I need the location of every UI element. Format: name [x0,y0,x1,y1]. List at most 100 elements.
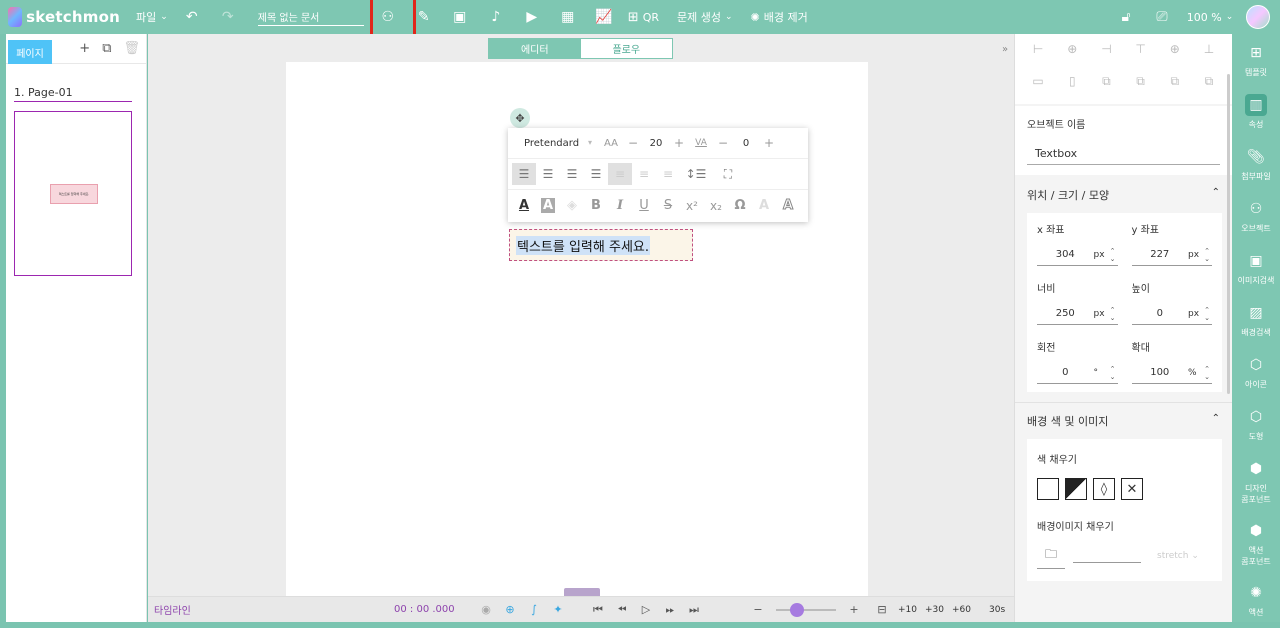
font-family-select[interactable]: Pretendard ▾ [512,138,600,149]
sidebar-item-image-search[interactable]: ▣ 이미지검색 [1232,242,1280,294]
sidebar-item-objects[interactable]: ⚇ 오브젝트 [1232,190,1280,242]
slider-knob[interactable] [790,602,804,617]
width-stepper-icon[interactable]: ⌃ ⌄ [1108,306,1118,322]
page-thumbnail[interactable]: 텍스트를 입력해 주세요. [14,111,132,276]
problem-generate-menu[interactable]: 문제 생성 ⌄ [677,9,733,25]
align-right-edge-icon[interactable]: ⊣ [1089,42,1123,64]
record-icon[interactable]: ◉ [474,603,498,616]
bring-forward-icon[interactable]: ⧉ [1158,74,1192,97]
line-height-icon[interactable]: ↕☰ [680,163,712,185]
y-stepper-icon[interactable]: ⌃ ⌄ [1202,247,1212,263]
timeline-zoom-slider[interactable] [776,602,836,617]
valign-top-icon[interactable]: ≡ [608,163,632,185]
height-stepper-icon[interactable]: ⌃ ⌄ [1202,306,1212,322]
sidebar-item-template[interactable]: ⊞ 템플릿 [1232,34,1280,86]
align-left-edge-icon[interactable]: ⊢ [1021,42,1055,64]
underline-icon[interactable]: U [632,198,656,213]
bgimage-path-input[interactable] [1073,549,1142,563]
qr-button[interactable]: ⊞ QR [628,10,659,25]
y-input[interactable]: 227 [1132,249,1189,260]
align-left-icon[interactable]: ☰ [512,163,536,185]
present-icon[interactable]: ⎚ [1144,0,1180,34]
selected-textbox[interactable]: 텍스트를 입력해 주세요. [509,229,693,261]
special-character-icon[interactable]: Ω [728,198,752,213]
canvas-scroll-handle[interactable] [564,588,600,596]
background-section-header[interactable]: 배경 색 및 이미지 ⌃ [1015,403,1232,439]
bold-icon[interactable]: B [584,198,608,213]
valign-bottom-icon[interactable]: ≡ [656,163,680,185]
rotation-stepper-icon[interactable]: ⌃ ⌄ [1108,365,1118,381]
curve-icon[interactable]: ∫ [522,603,546,616]
textbox-text[interactable]: 텍스트를 입력해 주세요. [516,236,650,255]
text-outline-icon[interactable]: A [776,198,800,214]
table-icon[interactable]: ▦ [550,0,586,34]
audio-icon[interactable]: ♪ [478,0,514,34]
width-input[interactable]: 250 [1037,308,1094,319]
app-logo[interactable]: sketchmon [8,7,120,27]
add-page-icon[interactable]: + [79,41,90,56]
strikethrough-icon[interactable]: S [656,198,680,213]
sidebar-item-action[interactable]: ✺ 액션 [1232,574,1280,626]
font-size-value[interactable]: 20 [644,138,668,149]
lock-icon[interactable]: 🔓︎ [1108,0,1144,34]
zoom-out-icon[interactable]: − [746,603,770,616]
zoom-in-icon[interactable]: + [842,603,866,616]
letter-spacing-decrease-button[interactable]: − [712,136,734,150]
x-stepper-icon[interactable]: ⌃ ⌄ [1108,247,1118,263]
properties-scrollbar[interactable] [1227,74,1230,394]
align-center-icon[interactable]: ☰ [536,163,560,185]
sidebar-item-design-components[interactable]: ⬢ 디자인 콤포넌트 [1232,450,1280,512]
text-shadow-icon[interactable]: A [752,198,776,213]
tab-flow[interactable]: 플로우 [580,39,672,58]
zoom-select[interactable]: 100 % ⌄ [1180,11,1240,24]
align-h-center-icon[interactable]: ⊕ [1055,42,1089,64]
rotation-input[interactable]: 0 [1037,367,1094,378]
scale-input[interactable]: 100 [1132,367,1189,378]
play-icon[interactable]: ▷ [634,603,658,616]
duration-button[interactable]: 30s [989,605,1005,615]
send-backward-icon[interactable]: ⧉ [1192,74,1226,97]
letter-spacing-value[interactable]: 0 [734,138,758,149]
tab-editor[interactable]: 에디터 [489,39,581,58]
folder-icon[interactable]: 🗀 [1037,543,1066,569]
align-v-center-icon[interactable]: ⊕ [1158,42,1192,64]
sidebar-item-shapes[interactable]: ⬡ 도형 [1232,398,1280,450]
chart-icon[interactable]: 📈 [586,0,622,34]
font-color-icon[interactable]: A [512,198,536,213]
fill-clear-icon[interactable]: ✕ [1121,478,1143,500]
geometry-section-header[interactable]: 위치 / 크기 / 모양 ⌃ [1015,177,1232,213]
fill-drop-icon[interactable]: ◊ [1093,478,1115,500]
fill-bucket-icon[interactable]: ◈ [560,198,584,213]
stretch-select[interactable]: stretch ⌄ [1157,551,1199,561]
align-right-icon[interactable]: ☰ [560,163,584,185]
font-size-decrease-button[interactable]: − [622,136,644,150]
align-bottom-edge-icon[interactable]: ⊥ [1192,42,1226,64]
fast-forward-icon[interactable]: ⏩︎ [658,603,682,617]
sidebar-item-properties[interactable]: ▥ 속성 [1232,86,1280,138]
file-menu[interactable]: 파일 ⌄ [136,9,168,25]
font-size-increase-button[interactable]: + [668,136,690,150]
skip-start-icon[interactable]: ⏮︎ [586,603,610,617]
subscript-icon[interactable]: x₂ [704,199,728,213]
redo-icon[interactable]: ↷ [210,0,246,34]
scale-stepper-icon[interactable]: ⌃ ⌄ [1202,365,1212,381]
fill-none-icon[interactable] [1037,478,1059,500]
avatar[interactable] [1246,5,1270,29]
pages-tab[interactable]: 페이지 [8,40,52,64]
collapse-right-icon[interactable]: » [1002,44,1008,55]
x-input[interactable]: 304 [1037,249,1094,260]
rewind-icon[interactable]: ⏪︎ [610,603,634,617]
sidebar-item-attachments[interactable]: 📎︎ 첨부파일 [1232,138,1280,190]
sidebar-item-background-search[interactable]: ▨ 배경검색 [1232,294,1280,346]
align-top-edge-icon[interactable]: ⊤ [1124,42,1158,64]
add-keyframe-icon[interactable]: ⊕ [498,603,522,616]
add-60-button[interactable]: +60 [952,605,971,615]
object-name-input[interactable]: Textbox [1027,143,1220,165]
align-justify-icon[interactable]: ☰ [584,163,608,185]
ungroup-icon[interactable]: ⧉ [1124,74,1158,97]
duplicate-page-icon[interactable]: ⧉ [102,41,111,56]
auto-size-icon[interactable]: ⛶ [712,163,744,185]
sidebar-item-action-components[interactable]: ⬢ 액션 콤포넌트 [1232,512,1280,574]
add-10-button[interactable]: +10 [898,605,917,615]
italic-icon[interactable]: I [608,198,632,213]
